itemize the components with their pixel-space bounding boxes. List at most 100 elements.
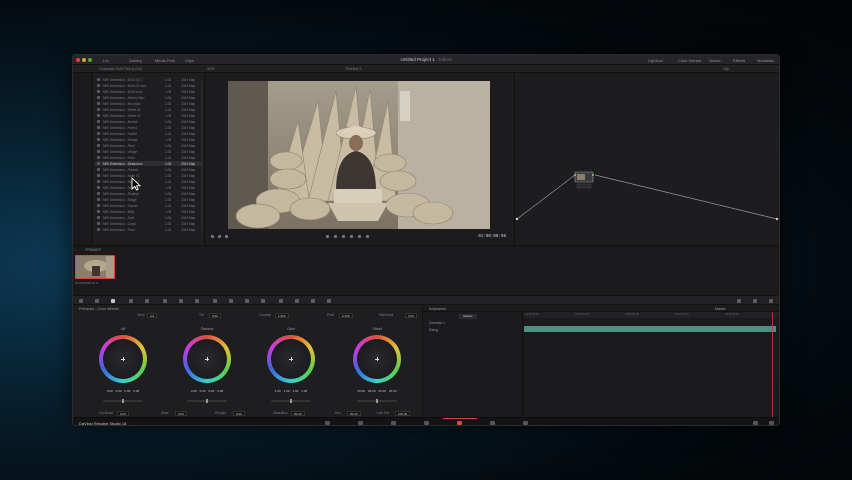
- rewind-icon[interactable]: [326, 235, 329, 238]
- media-pool-row[interactable]: MRI Dimension - Field 1:05 2024 Map: [95, 155, 203, 160]
- compare-icon[interactable]: [218, 235, 221, 238]
- media-pool-row[interactable]: MRI Dimension - Street 01 1:05 2024 Map: [95, 107, 203, 112]
- shad-field[interactable]: 0.00: [175, 410, 187, 416]
- media-pool-row[interactable]: MRI Dimension - Harbor 1:05 2024 Map: [95, 131, 203, 136]
- viewer-zoom[interactable]: 40%: [207, 67, 214, 71]
- playhead[interactable]: [772, 312, 773, 417]
- tab-nodes[interactable]: Nodes: [709, 58, 721, 63]
- fast-forward-icon[interactable]: [358, 235, 361, 238]
- media-pool-row[interactable]: MRI Dimension - Bridge 1:05 2024 Map: [95, 197, 203, 202]
- media-pool-row[interactable]: MRI Dimension - 6000 (1) C 1:05 2024 Map: [95, 77, 203, 82]
- wheel-crosshair-icon[interactable]: [375, 357, 379, 361]
- media-page-icon[interactable]: [325, 421, 330, 425]
- media-pool-row[interactable]: MRI Dimension - Village 1:05 2024 Map: [95, 149, 203, 154]
- media-pool-row[interactable]: MRI Dimension - Beach Clips 1:05 2024 Map: [95, 95, 203, 100]
- magic-mask-icon[interactable]: [245, 299, 249, 303]
- color-wheel-gamma[interactable]: Gamma 0.00 0.00 0.00 0.00: [165, 321, 249, 411]
- wheel-value[interactable]: 0.00: [133, 389, 139, 393]
- media-pool-row[interactable]: MRI Dimension - Mountain 1:05 2024 Map: [95, 101, 203, 106]
- tracker-icon[interactable]: [229, 299, 233, 303]
- tab-metadata[interactable]: Metadata: [757, 58, 774, 63]
- lum-mix-field[interactable]: 100.00: [395, 410, 411, 416]
- tab-color-warper[interactable]: Color Warper: [678, 58, 702, 63]
- wheel-value[interactable]: 0.00: [116, 389, 122, 393]
- motion-effects-icon[interactable]: [145, 299, 149, 303]
- key-icon[interactable]: [279, 299, 283, 303]
- qualifier-icon[interactable]: [195, 299, 199, 303]
- color-page-icon[interactable]: [457, 421, 462, 425]
- color-match-icon[interactable]: [95, 299, 99, 303]
- keyframes-ruler[interactable]: 01:00:00:00 01:00:00:04 01:00:00:08 01:0…: [523, 312, 779, 318]
- master-wheel-slider[interactable]: [357, 399, 397, 403]
- pivot-field[interactable]: 0.435: [339, 312, 353, 318]
- media-pool-row[interactable]: MRI Dimension - Forest 1:05 2024 Map: [95, 125, 203, 130]
- warper-icon[interactable]: [179, 299, 183, 303]
- media-pool-row[interactable]: MRI Dimension - Dock 1:05 2024 Map: [95, 185, 203, 190]
- node-mode-selector[interactable]: Clip: [723, 67, 729, 71]
- fairlight-page-icon[interactable]: [490, 421, 495, 425]
- color-wheels-icon[interactable]: [111, 299, 115, 303]
- contrast-field[interactable]: 1.000: [275, 312, 289, 318]
- media-pool-row[interactable]: MRI Dimension - 60/61.mov 1:05 2024 Map: [95, 89, 203, 94]
- wheel-value[interactable]: 0.00: [191, 389, 197, 393]
- edit-page-icon[interactable]: [391, 421, 396, 425]
- mid-detail-field[interactable]: 0.00: [405, 312, 417, 318]
- fx-icon[interactable]: [327, 299, 331, 303]
- media-pool-row[interactable]: MRI Dimension - Street 02 1:05 2024 Map: [95, 113, 203, 118]
- keyframe-row-sizing[interactable]: Sizing: [429, 328, 438, 332]
- 3d-icon[interactable]: [311, 299, 315, 303]
- scopes-icon[interactable]: [737, 299, 741, 303]
- deliver-page-icon[interactable]: [523, 421, 528, 425]
- master-wheel-slider[interactable]: [103, 399, 143, 403]
- wheel-value[interactable]: 1.00: [293, 389, 299, 393]
- media-pool-row[interactable]: MRI Dimension - Temple 1:05 2024 Map: [95, 137, 203, 142]
- wheel-crosshair-icon[interactable]: [205, 357, 209, 361]
- master-wheel-slider[interactable]: [271, 399, 311, 403]
- fusion-page-icon[interactable]: [424, 421, 429, 425]
- media-pool-scrollbar[interactable]: [201, 81, 203, 231]
- sizing-icon[interactable]: [295, 299, 299, 303]
- temp-field[interactable]: 0.0: [147, 312, 158, 318]
- master-wheel-slider[interactable]: [187, 399, 227, 403]
- color-wheel-offset[interactable]: Offset 25.00 25.00 25.00 25.00: [335, 321, 419, 411]
- media-pool-row[interactable]: MRI Dimension - Final 1:05 2024 Map: [95, 227, 203, 232]
- home-icon[interactable]: [753, 421, 758, 425]
- settings-icon[interactable]: [769, 299, 773, 303]
- cut-page-icon[interactable]: [358, 421, 363, 425]
- wheel-crosshair-icon[interactable]: [121, 357, 125, 361]
- media-pool-row[interactable]: MRI Dimension - Straw.mov 1:05 2024 Map: [95, 161, 203, 166]
- media-pool-row[interactable]: MRI Dimension - 6000-01.mov 1:05 2024 Map: [95, 83, 203, 88]
- hue-field[interactable]: 50.00: [347, 410, 361, 416]
- play-icon[interactable]: [350, 235, 353, 238]
- color-wheel-gain[interactable]: Gain 1.00 1.00 1.00 1.00: [249, 321, 333, 411]
- curves-icon[interactable]: [163, 299, 167, 303]
- timeline-selector[interactable]: Timeline 2: [345, 67, 361, 71]
- tab-lightbox[interactable]: Lightbox: [648, 58, 663, 63]
- media-pool-row[interactable]: MRI Dimension - Portrait 1:05 2024 Map: [95, 167, 203, 172]
- wheel-value[interactable]: 25.00: [379, 389, 387, 393]
- col-boost-field[interactable]: 0.00: [117, 410, 129, 416]
- media-pool-row[interactable]: MRI Dimension - Alley 1:05 2024 Map: [95, 209, 203, 214]
- rgb-mixer-icon[interactable]: [129, 299, 133, 303]
- media-pool-row[interactable]: MRI Dimension - Coast 1:05 2024 Map: [95, 221, 203, 226]
- tab-effects[interactable]: Effects: [733, 58, 745, 63]
- media-pool-row[interactable]: MRI Dimension - Night 02 1:05 2024 Map: [95, 179, 203, 184]
- wheel-value[interactable]: 0.00: [200, 389, 206, 393]
- source-node[interactable]: [515, 217, 519, 221]
- color-wheel-lift[interactable]: Lift 0.00 0.00 0.00 0.00: [81, 321, 165, 411]
- loop-icon[interactable]: [366, 235, 369, 238]
- wheel-value[interactable]: 0.00: [209, 389, 215, 393]
- saturation-field[interactable]: 50.00: [291, 410, 305, 416]
- keyframes-filter[interactable]: Master: [715, 307, 726, 311]
- wheel-value[interactable]: 1.00: [275, 389, 281, 393]
- hilight-field[interactable]: 0.00: [233, 410, 245, 416]
- bin-label[interactable]: Channels 2023 Pink (LOG): [99, 67, 142, 71]
- wheel-value[interactable]: 1.00: [301, 389, 307, 393]
- keyframe-track[interactable]: [524, 326, 776, 332]
- wheel-value[interactable]: 0.00: [107, 389, 113, 393]
- window-icon[interactable]: [213, 299, 217, 303]
- wheel-value[interactable]: 25.00: [357, 389, 365, 393]
- media-pool-row[interactable]: MRI Dimension - Rain 1:05 2024 Map: [95, 215, 203, 220]
- media-pool-row[interactable]: MRI Dimension - Sunset 1:05 2024 Map: [95, 203, 203, 208]
- tint-field[interactable]: 0.00: [209, 312, 221, 318]
